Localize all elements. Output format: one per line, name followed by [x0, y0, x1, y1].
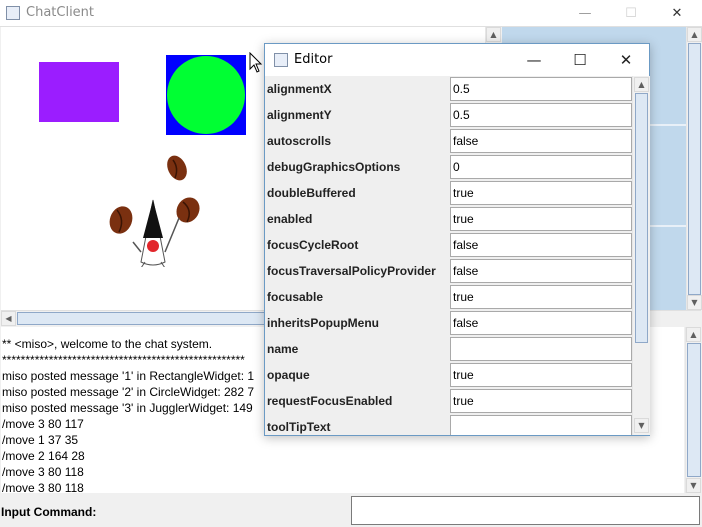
property-table: alignmentX 0.5 alignmentY 0.5 autoscroll… — [265, 76, 632, 435]
property-value-field[interactable]: 0.5 — [450, 103, 632, 127]
editor-minimize-button[interactable]: — — [511, 44, 557, 76]
property-value-field[interactable]: true — [450, 389, 632, 413]
property-name: focusable — [266, 284, 449, 310]
close-button[interactable]: ✕ — [654, 0, 700, 26]
property-name: name — [266, 336, 449, 362]
property-value-field[interactable]: false — [450, 259, 632, 283]
circle-widget[interactable] — [166, 55, 246, 135]
log-line: /move 3 80 118 — [2, 481, 84, 493]
property-row: doubleBuffered true — [266, 180, 632, 206]
log-line: miso posted message '2' in CircleWidget:… — [2, 385, 255, 399]
property-row: alignmentX 0.5 — [266, 76, 632, 102]
scroll-down-icon[interactable]: ▼ — [686, 478, 701, 493]
property-value-field[interactable]: true — [450, 207, 632, 231]
log-line: ****************************************… — [2, 353, 245, 367]
property-value-field[interactable]: 0.5 — [450, 77, 632, 101]
property-row: focusTraversalPolicyProvider false — [266, 258, 632, 284]
property-row: inheritsPopupMenu false — [266, 310, 632, 336]
property-value-field[interactable] — [450, 415, 632, 435]
editor-titlebar: Editor — ☐ ✕ — [265, 44, 649, 76]
log-vertical-scrollbar[interactable]: ▲ ▼ — [685, 327, 702, 493]
property-row: name — [266, 336, 632, 362]
log-line: /move 1 37 35 — [2, 433, 79, 447]
juggler-widget[interactable] — [101, 152, 211, 267]
input-command-field[interactable] — [351, 496, 700, 525]
editor-title: Editor — [294, 52, 333, 67]
right-panel-scrollbar[interactable]: ▲ ▼ — [686, 27, 702, 310]
property-row: focusCycleRoot false — [266, 232, 632, 258]
property-row: focusable true — [266, 284, 632, 310]
scroll-up-icon[interactable]: ▲ — [486, 27, 501, 42]
window-title: ChatClient — [26, 5, 95, 20]
property-value-field[interactable]: true — [450, 285, 632, 309]
property-row: debugGraphicsOptions 0 — [266, 154, 632, 180]
java-app-icon — [6, 6, 20, 20]
scrollbar-thumb[interactable] — [635, 93, 648, 343]
minimize-button[interactable]: — — [562, 0, 608, 26]
log-line: ** <miso>, welcome to the chat system. — [2, 337, 213, 351]
property-row: alignmentY 0.5 — [266, 102, 632, 128]
editor-vertical-scrollbar[interactable]: ▲ ▼ — [632, 76, 650, 435]
property-row: enabled true — [266, 206, 632, 232]
mouse-cursor-icon — [249, 52, 263, 73]
scroll-up-icon[interactable]: ▲ — [634, 77, 649, 92]
editor-dialog: Editor — ☐ ✕ alignmentX 0.5 alignmentY 0… — [264, 43, 650, 436]
duke-nose — [147, 240, 159, 252]
window-titlebar: ChatClient — ☐ ✕ — [0, 0, 702, 27]
log-line: miso posted message '1' in RectangleWidg… — [2, 369, 255, 383]
property-value-field[interactable]: true — [450, 181, 632, 205]
property-name: focusCycleRoot — [266, 232, 449, 258]
property-row: autoscrolls false — [266, 128, 632, 154]
circle-shape — [167, 56, 245, 134]
property-name: focusTraversalPolicyProvider — [266, 258, 449, 284]
editor-close-button[interactable]: ✕ — [603, 44, 649, 76]
property-value-field[interactable]: 0 — [450, 155, 632, 179]
property-value-field[interactable] — [450, 337, 632, 361]
log-line: /move 3 80 117 — [2, 417, 84, 431]
scroll-left-icon[interactable]: ◀ — [1, 311, 16, 326]
scrollbar-thumb[interactable] — [688, 43, 701, 295]
scroll-up-icon[interactable]: ▲ — [686, 327, 701, 342]
property-name: alignmentX — [266, 76, 449, 102]
property-name: alignmentY — [266, 102, 449, 128]
property-name: autoscrolls — [266, 128, 449, 154]
property-name: enabled — [266, 206, 449, 232]
scrollbar-thumb[interactable] — [687, 343, 701, 477]
maximize-button[interactable]: ☐ — [608, 0, 654, 26]
property-name: requestFocusEnabled — [266, 388, 449, 414]
property-name: inheritsPopupMenu — [266, 310, 449, 336]
rectangle-widget[interactable] — [39, 62, 119, 122]
property-name: opaque — [266, 362, 449, 388]
log-line: miso posted message '3' in JugglerWidget… — [2, 401, 253, 415]
scroll-down-icon[interactable]: ▼ — [634, 418, 649, 433]
scroll-down-icon[interactable]: ▼ — [687, 295, 702, 310]
property-value-field[interactable]: false — [450, 311, 632, 335]
log-line: /move 3 80 118 — [2, 465, 84, 479]
java-app-icon — [274, 53, 288, 67]
property-row: opaque true — [266, 362, 632, 388]
editor-maximize-button[interactable]: ☐ — [557, 44, 603, 76]
property-row: requestFocusEnabled true — [266, 388, 632, 414]
log-line: /move 2 164 28 — [2, 449, 85, 463]
input-command-label: Input Command: — [1, 505, 97, 519]
property-value-field[interactable]: false — [450, 233, 632, 257]
property-value-field[interactable]: false — [450, 129, 632, 153]
property-name: toolTipText — [266, 414, 449, 435]
property-name: doubleBuffered — [266, 180, 449, 206]
property-value-field[interactable]: true — [450, 363, 632, 387]
scroll-up-icon[interactable]: ▲ — [687, 27, 702, 42]
property-row: toolTipText — [266, 414, 632, 435]
property-name: debugGraphicsOptions — [266, 154, 449, 180]
